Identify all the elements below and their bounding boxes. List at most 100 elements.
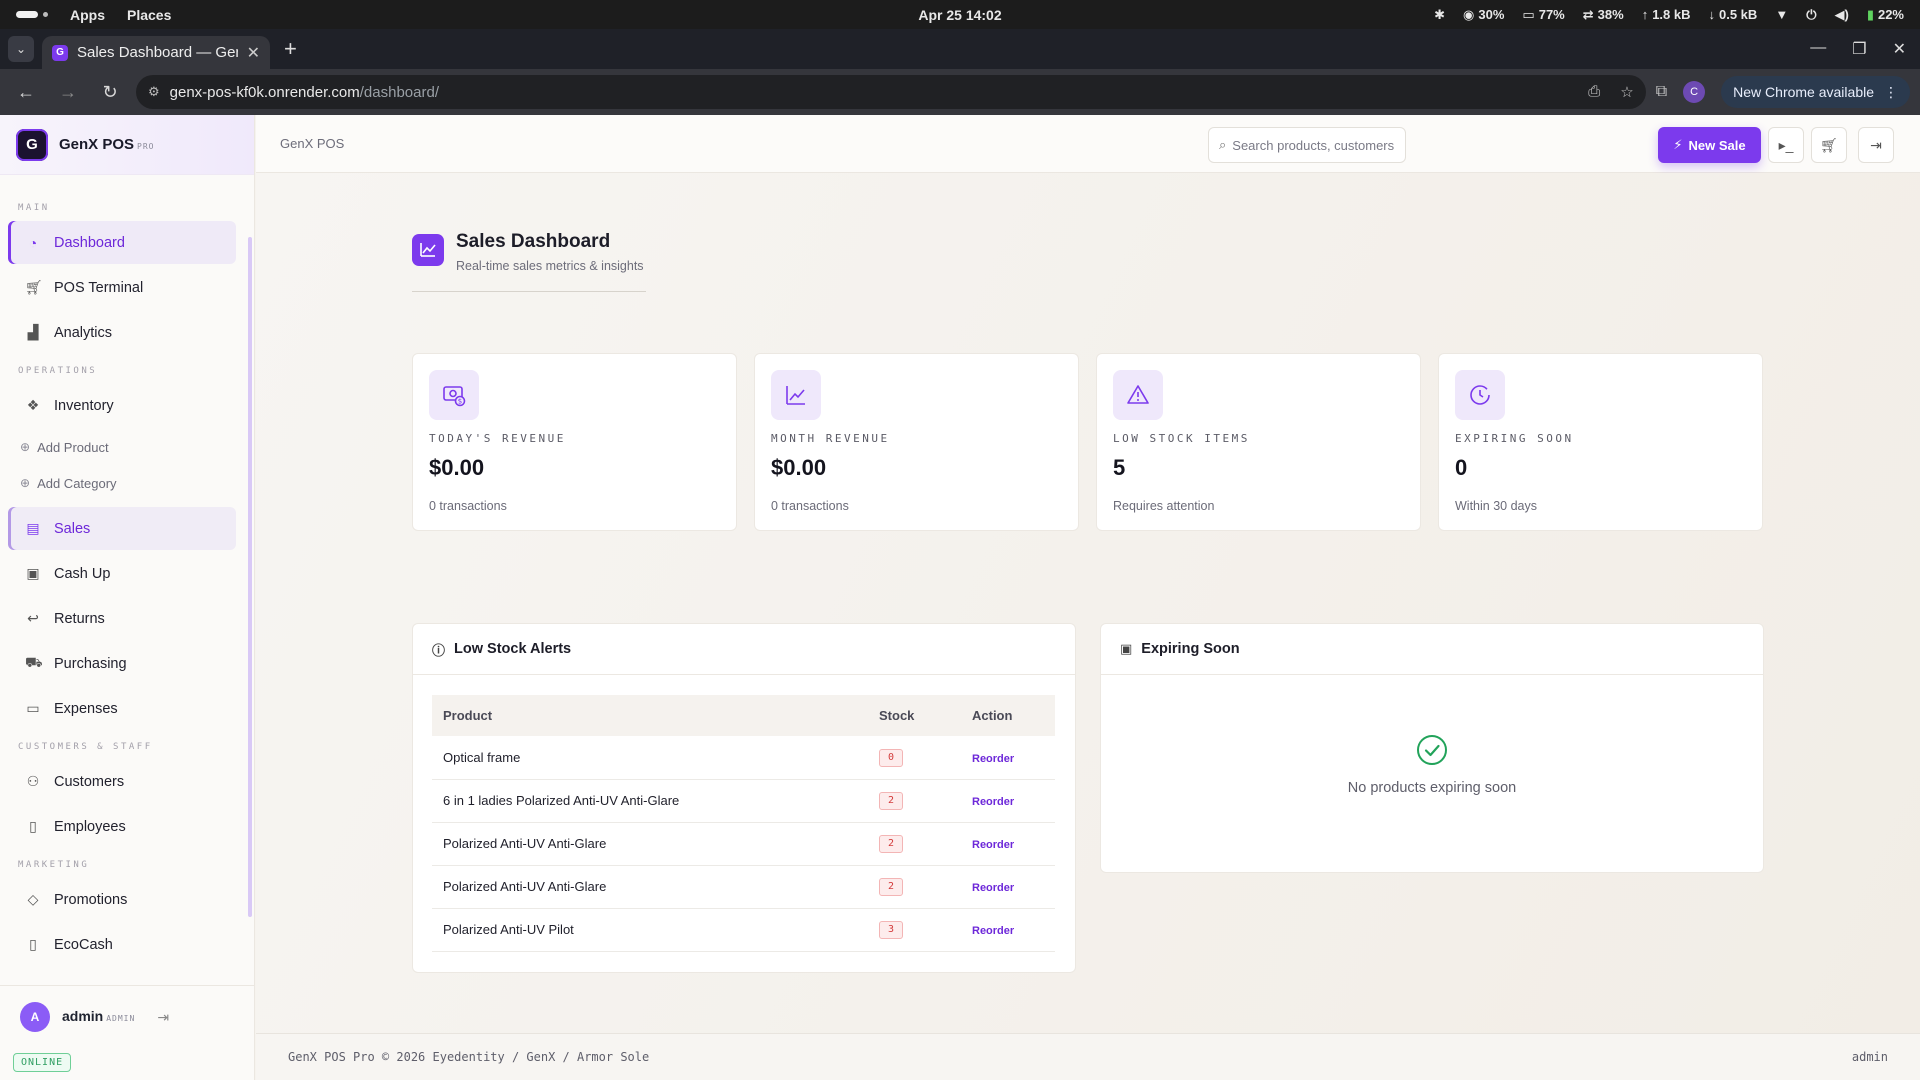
column-header-product: Product	[443, 708, 493, 723]
user-panel: A admin ADMIN ⇥ ONLINE	[0, 985, 254, 1080]
cpu-stat: ◉ 30%	[1463, 7, 1504, 23]
sidebar-item-employees[interactable]: ▯ Employees	[8, 805, 236, 848]
download-stat: ↓ 0.5 kB	[1709, 7, 1758, 22]
sidebar-item-returns[interactable]: ↩ Returns	[8, 597, 236, 640]
search-input[interactable]	[1232, 137, 1395, 153]
install-app-icon[interactable]: ⎙	[1588, 83, 1600, 101]
stock-cell: 2	[868, 865, 961, 909]
browser-tab-active[interactable]: G Sales Dashboard — GenX POS ✕	[42, 36, 270, 69]
address-bar[interactable]: ⚙ genx-pos-kf0k.onrender.com/dashboard/ …	[136, 75, 1646, 109]
page-title: Sales Dashboard	[456, 231, 611, 252]
brand-tag: PRO	[137, 141, 155, 151]
sidebar-item-promotions[interactable]: ◇ Promotions	[8, 878, 236, 921]
trend-chart-icon	[412, 234, 444, 266]
app-root: G GenX POS PRO MAIN ◔ Dashboard 🛒︎ POS Term…	[0, 115, 1920, 1080]
bluetooth-icon[interactable]: ✱	[1434, 7, 1445, 23]
battery-value: 22%	[1877, 7, 1904, 22]
stat-value: 0	[1455, 455, 1468, 480]
sidebar-item-sales[interactable]: ▤ Sales	[8, 507, 236, 550]
volume-icon[interactable]: ◀)	[1834, 7, 1848, 23]
calendar-x-icon: ▣	[1120, 641, 1133, 656]
expiring-soon-panel: ▣ Expiring Soon No products expiring soo…	[1100, 623, 1764, 873]
stat-card-today-revenue: $ TODAY'S REVENUE $0.00 0 transactions	[412, 353, 737, 531]
chrome-update-button[interactable]: New Chrome available ⋮	[1721, 76, 1910, 108]
extensions-icon[interactable]: ⧉	[1656, 83, 1667, 101]
sidebar-item-pos-terminal[interactable]: 🛒︎ POS Terminal	[8, 266, 236, 309]
plus-circle-icon: ⊕	[20, 476, 31, 490]
battery-icon: ▮	[1866, 6, 1874, 22]
reload-icon[interactable]: ↻	[94, 76, 126, 108]
truck-icon: ⛟	[25, 654, 43, 670]
sidebar-item-dashboard[interactable]: ◔ Dashboard	[8, 221, 236, 264]
kebab-menu-icon[interactable]: ⋮	[1884, 84, 1898, 101]
new-tab-plus-icon[interactable]: +	[284, 36, 297, 62]
logout-button[interactable]: ⇥	[1858, 127, 1894, 163]
tab-search-button[interactable]: ⌄	[8, 36, 34, 62]
low-stock-table: Product Stock Action Optical frame 0 Reo…	[432, 695, 1055, 952]
os-top-bar: Apps Places Apr 25 14:02 ✱ ◉ 30% ▭ 77% ⇄ 38…	[0, 0, 1920, 29]
sidebar-item-cash-up[interactable]: ▣ Cash Up	[8, 552, 236, 595]
site-settings-icon[interactable]: ⚙	[148, 84, 160, 100]
workspace-indicator[interactable]	[16, 11, 48, 18]
table-row: Polarized Anti-UV Pilot 3 Reorder	[432, 908, 1055, 952]
sidebar-subitem-label: Add Product	[37, 439, 109, 455]
search-box[interactable]: ⌕	[1208, 127, 1406, 163]
close-icon[interactable]: ✕	[247, 43, 260, 63]
sidebar-item-label: Analytics	[54, 324, 113, 341]
apps-menu[interactable]: Apps	[70, 7, 105, 23]
restore-icon[interactable]: ❐	[1852, 39, 1866, 59]
lightning-icon: ⚡	[1673, 137, 1683, 152]
action-cell: Reorder	[961, 736, 1055, 780]
clock-icon	[1455, 370, 1505, 420]
sidebar-item-label: EcoCash	[54, 936, 113, 953]
reorder-link[interactable]: Reorder	[972, 882, 1014, 894]
table-row: Optical frame 0 Reorder	[432, 736, 1055, 780]
reorder-link[interactable]: Reorder	[972, 753, 1014, 765]
battery-stat[interactable]: ▮ 22%	[1867, 7, 1904, 23]
avatar[interactable]: A	[20, 1002, 50, 1032]
sidebar-item-ecocash[interactable]: ▯ EcoCash	[8, 923, 236, 966]
brand[interactable]: G GenX POS PRO	[0, 115, 254, 175]
power-icon[interactable]: ⏻	[1806, 7, 1816, 23]
sidebar-item-label: Promotions	[54, 891, 128, 908]
action-cell: Reorder	[961, 908, 1055, 952]
sidebar-item-expenses[interactable]: ▭ Expenses	[8, 687, 236, 730]
new-sale-button[interactable]: ⚡ New Sale	[1658, 127, 1761, 163]
back-arrow-icon[interactable]: ←	[10, 76, 42, 108]
sidebar-item-label: Employees	[54, 818, 126, 835]
minimize-icon[interactable]: —	[1810, 39, 1826, 59]
upload-arrow-icon: ↑	[1641, 7, 1649, 22]
section-label-marketing: MARKETING	[18, 860, 90, 870]
stat-note: Requires attention	[1113, 499, 1215, 513]
window-close-icon[interactable]: ✕	[1893, 39, 1906, 59]
bookmark-star-icon[interactable]: ☆	[1620, 83, 1633, 101]
sidebar-item-inventory[interactable]: ❖ Inventory	[8, 384, 236, 427]
stat-label: LOW STOCK ITEMS	[1113, 432, 1250, 445]
places-menu[interactable]: Places	[127, 7, 171, 23]
profile-avatar[interactable]: C	[1683, 81, 1706, 103]
reorder-link[interactable]: Reorder	[972, 925, 1014, 937]
memory-value: 77%	[1538, 7, 1565, 22]
logout-icon[interactable]: ⇥	[157, 1009, 169, 1026]
sidebar-subitem-add-product[interactable]: ⊕ Add Product	[20, 429, 254, 465]
sidebar-subitem-add-category[interactable]: ⊕ Add Category	[20, 465, 254, 501]
sidebar-item-purchasing[interactable]: ⛟ Purchasing	[8, 642, 236, 685]
action-cell: Reorder	[961, 865, 1055, 909]
stat-note: 0 transactions	[429, 499, 507, 513]
empty-state: No products expiring soon	[1101, 734, 1763, 796]
sidebar-item-analytics[interactable]: ▟ Analytics	[8, 311, 236, 354]
reorder-link[interactable]: Reorder	[972, 839, 1014, 851]
check-circle-icon	[1416, 734, 1448, 766]
receipt-icon: ▤	[26, 520, 40, 536]
cart-button[interactable]: 🛒︎	[1811, 127, 1847, 163]
stat-note: Within 30 days	[1455, 499, 1537, 513]
reorder-link[interactable]: Reorder	[972, 796, 1014, 808]
terminal-button[interactable]: ▸_	[1768, 127, 1804, 163]
sidebar-item-customers[interactable]: ⚇ Customers	[8, 760, 236, 803]
wifi-icon[interactable]: ▼	[1775, 7, 1788, 22]
brand-logo: G	[16, 128, 48, 161]
forward-arrow-icon[interactable]: →	[52, 76, 84, 108]
sidebar-item-label: Dashboard	[54, 234, 125, 251]
sidebar-scrollbar[interactable]	[248, 237, 252, 917]
user-name: admin	[62, 1008, 104, 1024]
